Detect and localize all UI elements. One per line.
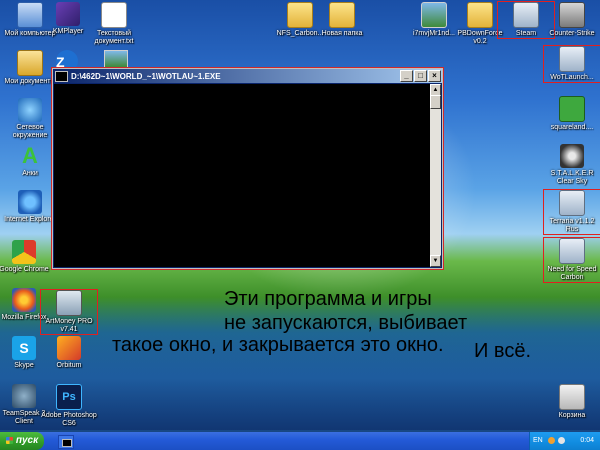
icon-label: Orbitum — [56, 362, 82, 369]
icon-label: Terraria v1.1.2 Rus — [549, 218, 595, 233]
language-indicator[interactable]: EN — [533, 432, 543, 450]
desktop-icon-need-for-speed-carbon[interactable]: Need for Speed Carbon — [543, 237, 600, 283]
minecraft-icon — [559, 96, 585, 122]
desktop-icon-my-documents[interactable]: Мои документы — [2, 50, 58, 86]
caption-line-3: такое окно, и закрывается это окно. — [112, 334, 444, 356]
icon-label: squareland.... — [550, 124, 594, 131]
icon-label: Counter-Strike — [549, 30, 595, 37]
desktop-icon-recycle-bin[interactable]: Корзина — [544, 384, 600, 420]
taskbar: пуск EN 0:04 — [0, 432, 600, 450]
minimize-button[interactable]: _ — [400, 70, 413, 82]
console-icon — [55, 70, 68, 82]
icon-label: WoTLaunch... — [550, 74, 594, 81]
stalker-icon — [560, 144, 584, 168]
chrome-icon — [12, 240, 36, 264]
caption-line-4: И всё. — [474, 340, 532, 362]
console-output[interactable] — [54, 84, 430, 267]
scroll-thumb[interactable] — [430, 95, 441, 109]
documents-icon — [17, 50, 43, 76]
icon-label: Текстовый документ.txt — [94, 30, 134, 45]
icon-label: Новая папка — [321, 30, 363, 37]
desktop-icon-terraria[interactable]: Terraria v1.1.2 Rus — [543, 189, 600, 235]
close-button[interactable]: × — [428, 70, 441, 82]
folder-icon — [287, 2, 313, 28]
console-icon — [62, 439, 72, 447]
caption-line-1: Эти программа и игры — [224, 288, 432, 310]
desktop: Мой компьютер Мои документы Сетевое окру… — [0, 0, 600, 450]
icon-label: Adobe Photoshop CS6 — [41, 412, 97, 427]
teamspeak-icon — [12, 384, 36, 408]
recycle-bin-icon — [559, 384, 585, 410]
application-icon — [513, 2, 539, 28]
desktop-icon-anki[interactable]: A Анки — [2, 144, 58, 178]
start-button[interactable]: пуск — [0, 432, 44, 450]
tray-app-icon[interactable] — [548, 437, 555, 444]
caption-line-2: не запускаются, выбивает — [224, 312, 468, 334]
maximize-button[interactable]: □ — [414, 70, 427, 82]
desktop-icon-wotlauncher[interactable]: WoTLaunch... — [543, 45, 600, 83]
artmoney-icon — [56, 290, 82, 316]
icon-label: Мои документы — [4, 78, 56, 85]
vertical-scrollbar[interactable]: ▲ ▼ — [430, 84, 441, 267]
desktop-icon-counter-strike[interactable]: Counter-Strike — [544, 2, 600, 38]
counter-strike-icon — [559, 2, 585, 28]
anki-icon: A — [22, 143, 38, 168]
icon-label: Need for Speed Carbon — [547, 266, 597, 281]
windows-logo-icon — [5, 437, 13, 444]
folder-icon — [329, 2, 355, 28]
icon-label: ArtMoney PRO v7.41 — [45, 318, 93, 333]
start-label: пуск — [15, 435, 39, 446]
kmplayer-icon — [56, 2, 80, 26]
desktop-icon-text-document[interactable]: Текстовый документ.txt — [86, 2, 142, 46]
taskbar-console-button[interactable] — [58, 435, 74, 449]
desktop-icon-photoshop[interactable]: Ps Adobe Photoshop CS6 — [41, 384, 97, 428]
scroll-down-button[interactable]: ▼ — [430, 255, 441, 267]
application-icon — [559, 46, 585, 72]
icon-label: Internet Explorer — [4, 216, 56, 223]
orbitum-icon — [57, 336, 81, 360]
folder-icon — [467, 2, 493, 28]
console-titlebar[interactable]: D:\462D~1\WORLD_~1\WOTLAU~1.EXE _ □ × — [53, 69, 442, 83]
photoshop-icon: Ps — [56, 384, 82, 410]
console-window[interactable]: D:\462D~1\WORLD_~1\WOTLAU~1.EXE _ □ × ▲ … — [51, 67, 444, 270]
image-file-icon — [421, 2, 447, 28]
volume-icon[interactable] — [558, 437, 565, 444]
icon-label: Сетевое окружение — [12, 124, 48, 139]
application-icon — [559, 190, 585, 216]
image-file-icon[interactable] — [104, 50, 128, 68]
icon-label: Корзина — [558, 412, 586, 419]
desktop-icon-google-chrome[interactable]: Google Chrome — [0, 240, 52, 274]
system-tray: EN 0:04 — [529, 432, 600, 450]
internet-explorer-icon — [18, 190, 42, 214]
icon-label: Анки — [22, 170, 38, 177]
console-title: D:\462D~1\WORLD_~1\WOTLAU~1.EXE — [71, 71, 221, 81]
skype-icon: S — [12, 336, 36, 360]
text-file-icon — [101, 2, 127, 28]
desktop-icon-network[interactable]: Сетевое окружение — [2, 98, 58, 140]
firefox-icon — [12, 288, 36, 312]
desktop-icon-orbitum[interactable]: Orbitum — [41, 336, 97, 370]
icon-label: Google Chrome — [0, 266, 49, 273]
clock[interactable]: 0:04 — [580, 432, 594, 450]
network-icon — [18, 98, 42, 122]
desktop-icon-artmoney[interactable]: ArtMoney PRO v7.41 — [40, 289, 98, 335]
desktop-icon-new-folder[interactable]: Новая папка — [314, 2, 370, 38]
icon-label: S.T.A.L.K.E.R Clear Sky — [550, 170, 594, 185]
desktop-icon-stalker[interactable]: S.T.A.L.K.E.R Clear Sky — [544, 144, 600, 186]
desktop-icon-internet-explorer[interactable]: Internet Explorer — [2, 190, 58, 224]
application-icon — [559, 238, 585, 264]
desktop-icon-squareland[interactable]: squareland.... — [544, 96, 600, 132]
